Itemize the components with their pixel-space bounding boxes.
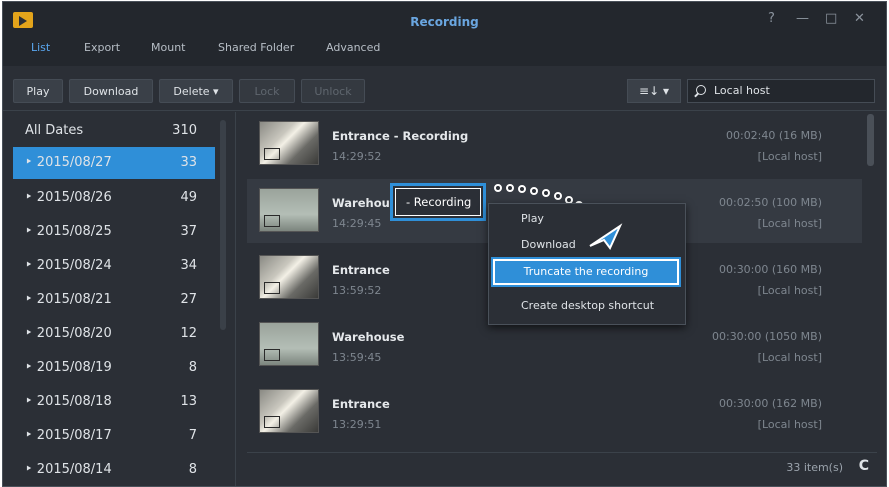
window-title: Recording: [410, 15, 479, 29]
sidebar-item-label: ‣ 2015/08/19: [25, 360, 112, 375]
recording-duration: 00:30:00 (162 MB): [718, 397, 822, 410]
menu-item-play[interactable]: Play: [521, 212, 544, 225]
search-value: Local host: [714, 84, 770, 97]
sidebar-item-count: 33: [180, 155, 197, 170]
title-bar: Recording ? — □ ✕ List Export Mount Shar…: [3, 2, 886, 66]
sidebar-item-label: ‣ 2015/08/24: [25, 258, 112, 273]
recording-name: Entrance - Recording: [332, 129, 469, 143]
recording-row[interactable]: Entrance 13:29:51 00:30:00 (162 MB) [Loc…: [247, 380, 862, 444]
sidebar-item-label: ‣ 2015/08/27: [25, 155, 112, 170]
sidebar-all-dates[interactable]: All Dates 310: [13, 115, 215, 147]
search-icon: [696, 85, 706, 95]
sidebar-item-count: 34: [180, 258, 197, 273]
lock-button[interactable]: Lock: [239, 79, 295, 103]
recording-row[interactable]: Entrance - Recording 14:29:52 00:02:40 (…: [247, 112, 862, 176]
sidebar-date-item[interactable]: ‣ 2015/08/18 13: [13, 386, 215, 418]
menu-item-download[interactable]: Download: [521, 238, 576, 251]
sidebar-item-label: All Dates: [25, 123, 84, 138]
recording-duration: 00:30:00 (1050 MB): [711, 330, 822, 343]
recording-host: [Local host]: [757, 217, 822, 230]
close-icon[interactable]: ✕: [854, 11, 865, 26]
download-button[interactable]: Download: [69, 79, 153, 103]
tab-export[interactable]: Export: [84, 41, 120, 54]
sidebar-date-item[interactable]: ‣ 2015/08/27 33: [13, 147, 215, 179]
recording-name: Entrance: [332, 263, 390, 277]
recording-time: 14:29:45: [332, 217, 382, 230]
tab-list[interactable]: List: [31, 41, 50, 54]
maximize-icon[interactable]: □: [825, 11, 837, 26]
delete-button[interactable]: Delete ▾: [159, 79, 233, 103]
date-sidebar: All Dates 310 ‣ 2015/08/27 33 ‣ 2015/08/…: [3, 112, 236, 486]
sidebar-date-item[interactable]: ‣ 2015/08/14 8: [13, 454, 215, 486]
sidebar-item-count: 37: [180, 224, 197, 239]
sidebar-item-count: 310: [172, 123, 197, 138]
camera-thumbnail: [259, 255, 319, 299]
recording-host: [Local host]: [757, 351, 822, 364]
recording-callout: - Recording: [390, 183, 486, 221]
sidebar-date-item[interactable]: ‣ 2015/08/17 7: [13, 420, 215, 452]
recording-time: 13:29:51: [332, 418, 382, 431]
recording-time: 14:29:52: [332, 150, 382, 163]
sidebar-date-item[interactable]: ‣ 2015/08/19 8: [13, 352, 215, 384]
sort-menu-button[interactable]: ≡↓ ▾: [627, 79, 681, 103]
recording-host: [Local host]: [757, 418, 822, 431]
recording-window: Recording ? — □ ✕ List Export Mount Shar…: [2, 1, 887, 487]
sidebar-item-count: 12: [180, 326, 197, 341]
recording-host: [Local host]: [757, 150, 822, 163]
search-input[interactable]: Local host: [687, 79, 875, 103]
minimize-icon[interactable]: —: [796, 11, 809, 26]
unlock-button[interactable]: Unlock: [301, 79, 365, 103]
sidebar-item-count: 7: [188, 428, 197, 443]
sidebar-item-label: ‣ 2015/08/14: [25, 462, 112, 477]
sidebar-item-label: ‣ 2015/08/20: [25, 326, 112, 341]
sidebar-item-label: ‣ 2015/08/26: [25, 190, 112, 205]
sidebar-date-item[interactable]: ‣ 2015/08/20 12: [13, 318, 215, 350]
sidebar-date-item[interactable]: ‣ 2015/08/25 37: [13, 216, 215, 248]
sidebar-item-count: 13: [180, 394, 197, 409]
camera-thumbnail: [259, 389, 319, 433]
camera-thumbnail: [259, 188, 319, 232]
context-menu: Play Download Truncate the recording Cre…: [488, 203, 686, 325]
toolbar: Play Download Delete ▾ Lock Unlock ≡↓ ▾ …: [3, 68, 886, 111]
menu-item-truncate[interactable]: Truncate the recording: [491, 257, 681, 287]
sidebar-item-count: 8: [188, 360, 197, 375]
tab-shared-folder[interactable]: Shared Folder: [218, 41, 294, 54]
sidebar-item-count: 8: [188, 462, 197, 477]
sidebar-item-label: ‣ 2015/08/21: [25, 292, 112, 307]
recording-time: 13:59:45: [332, 351, 382, 364]
sidebar-item-label: ‣ 2015/08/18: [25, 394, 112, 409]
sidebar-date-item[interactable]: ‣ 2015/08/24 34: [13, 250, 215, 282]
menu-item-desktop-shortcut[interactable]: Create desktop shortcut: [521, 299, 654, 312]
camera-thumbnail: [259, 121, 319, 165]
camera-thumbnail: [259, 322, 319, 366]
recording-duration: 00:02:50 (100 MB): [718, 196, 822, 209]
tab-mount[interactable]: Mount: [151, 41, 185, 54]
tab-advanced[interactable]: Advanced: [326, 41, 380, 54]
sidebar-item-label: ‣ 2015/08/17: [25, 428, 112, 443]
recording-name: Entrance: [332, 397, 390, 411]
recording-name: Warehouse: [332, 330, 405, 344]
sidebar-item-count: 27: [180, 292, 197, 307]
recording-duration: 00:30:00 (160 MB): [718, 263, 822, 276]
sidebar-scrollbar[interactable]: [220, 120, 226, 330]
item-count: 33 item(s): [786, 461, 843, 474]
sidebar-date-item[interactable]: ‣ 2015/08/26 49: [13, 182, 215, 214]
cursor-arrow-icon: [589, 223, 623, 250]
refresh-icon[interactable]: C: [859, 458, 869, 474]
recording-callout-label: - Recording: [406, 195, 472, 209]
play-button[interactable]: Play: [13, 79, 63, 103]
sidebar-item-label: ‣ 2015/08/25: [25, 224, 112, 239]
list-scrollbar[interactable]: [867, 114, 874, 166]
recording-name: Warehous: [332, 196, 397, 210]
help-icon[interactable]: ?: [768, 11, 775, 26]
sidebar-date-item[interactable]: ‣ 2015/08/21 27: [13, 284, 215, 316]
recording-time: 13:59:52: [332, 284, 382, 297]
recording-host: [Local host]: [757, 284, 822, 297]
recording-duration: 00:02:40 (16 MB): [725, 129, 822, 142]
list-footer: 33 item(s) C: [247, 452, 877, 483]
sidebar-item-count: 49: [180, 190, 197, 205]
